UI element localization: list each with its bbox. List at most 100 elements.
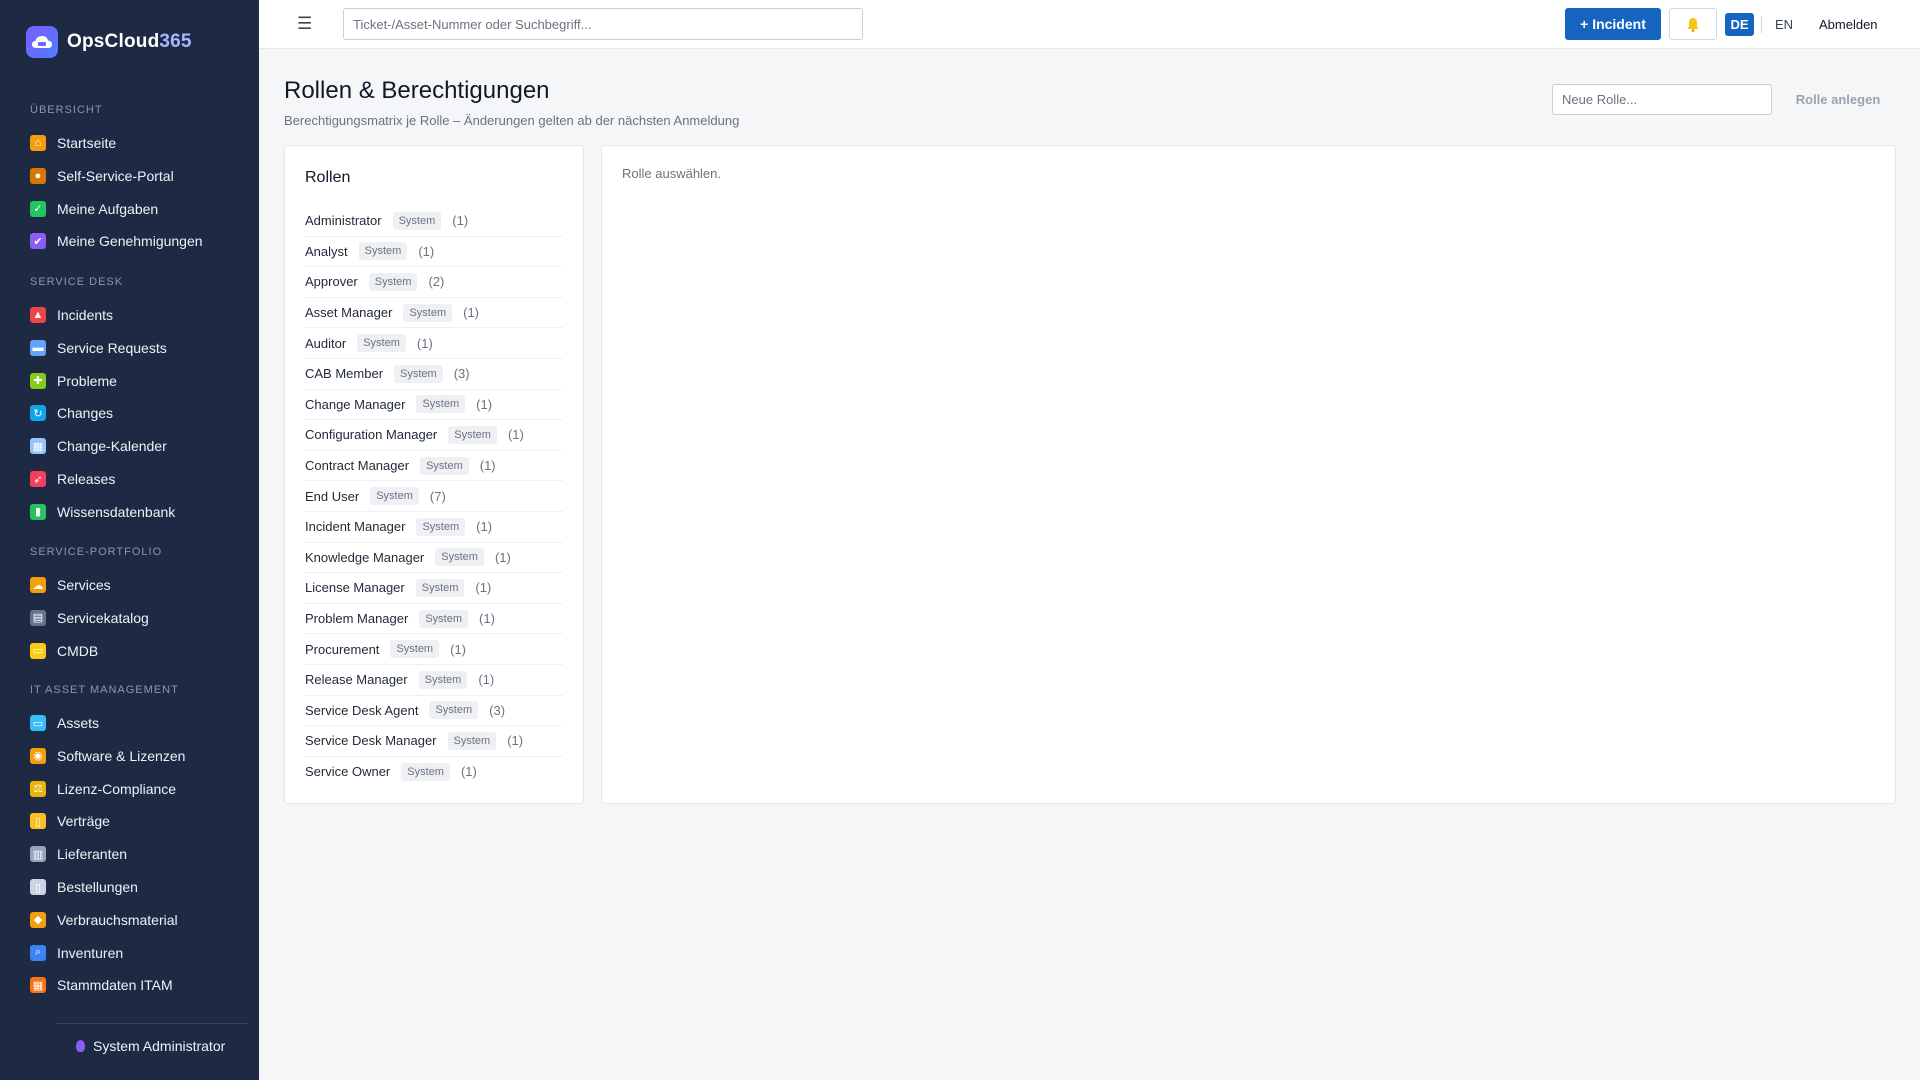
role-member-count: (7) [429,488,446,504]
sidebar-item-service-requests[interactable]: ▬ Service Requests [30,335,245,361]
sidebar-item-label: Lieferanten [57,846,128,863]
folder-icon: ▭ [30,642,46,659]
language-en-button[interactable]: EN [1775,17,1793,32]
sidebar-item-cmdb[interactable]: ▭ CMDB [30,638,245,664]
brand-name: OpsCloud365 [67,31,192,52]
role-row[interactable]: Analyst System (1) [305,237,563,268]
role-member-count: (1) [507,733,524,749]
sidebar-item-bestellungen[interactable]: ▯ Bestellungen [30,874,245,900]
system-badge: System [447,731,497,750]
role-row[interactable]: Contract Manager System (1) [305,451,563,482]
new-incident-button[interactable]: + Incident [1565,8,1661,40]
sidebar-item-label: Software & Lizenzen [57,747,186,764]
role-member-count: (1) [475,580,492,596]
sidebar-item-change-kalender[interactable]: ▦ Change-Kalender [30,433,245,459]
language-separator [1761,16,1762,33]
role-row[interactable]: Release Manager System (1) [305,665,563,696]
sidebar-item-assets[interactable]: ▭ Assets [30,710,245,736]
sidebar-item-label: Meine Genehmigungen [57,233,203,250]
system-badge: System [416,395,466,414]
puzzle-icon: ✚ [30,372,46,389]
sidebar-section-label: ÜBERSICHT [30,104,103,116]
role-member-count: (1) [479,458,496,474]
roles-card: Rollen Administrator System (1) Analyst Syst… [284,145,584,804]
sidebar-item-meine-genehmigungen[interactable]: ✔ Meine Genehmigungen [30,228,245,254]
sidebar-item-incidents[interactable]: ▲ Incidents [30,302,245,328]
sidebar-user[interactable]: System Administrator [76,1038,225,1054]
role-row[interactable]: Configuration Manager System (1) [305,420,563,451]
box-icon: ◆ [30,911,46,928]
role-row[interactable]: Approver System (2) [305,267,563,298]
sidebar-item-verbrauchsmaterial[interactable]: ◆ Verbrauchsmaterial [30,907,245,933]
role-name: Contract Manager [305,458,410,474]
language-de-button[interactable]: DE [1725,13,1754,36]
role-name: Problem Manager [305,611,409,627]
user-icon [76,1040,85,1052]
role-name: Service Owner [305,764,391,780]
role-name: Service Desk Manager [305,733,437,749]
sidebar-item-lieferanten[interactable]: ▥ Lieferanten [30,841,245,867]
sidebar-item-label: Startseite [57,135,117,151]
scroll-icon: ▯ [30,813,46,830]
sidebar-item-wissensdatenbank[interactable]: ▮ Wissensdatenbank [30,499,245,525]
sidebar-item-stammdaten-itam[interactable]: ▦ Stammdaten ITAM [30,972,245,998]
sidebar-item-servicekatalog[interactable]: ▤ Servicekatalog [30,605,245,631]
brand[interactable]: OpsCloud365 [26,26,192,58]
role-member-count: (1) [476,396,493,412]
role-list: Administrator System (1) Analyst System (1) Ap… [305,206,563,787]
hamburger-menu-icon[interactable]: ☰ [297,14,312,34]
sidebar-item-startseite[interactable]: ⌂ Startseite [30,130,245,156]
role-row[interactable]: End User System (7) [305,481,563,512]
role-row[interactable]: Incident Manager System (1) [305,512,563,543]
checkmark-icon: ✔ [30,233,46,250]
topbar: ☰ + Incident DE EN Abmelden [259,0,1920,49]
scales-icon: ⚖ [30,780,46,797]
notifications-button[interactable] [1669,8,1717,40]
role-name: Auditor [305,335,347,351]
sidebar-item-lizenz-compliance[interactable]: ⚖ Lizenz-Compliance [30,776,245,802]
role-member-count: (1) [418,243,435,259]
catalog-icon: ▤ [30,609,46,626]
page-title: Rollen & Berechtigungen [284,77,550,104]
system-badge: System [357,334,406,353]
role-row[interactable]: Service Desk Agent System (3) [305,696,563,727]
role-row[interactable]: Asset Manager System (1) [305,298,563,329]
role-row[interactable]: Service Desk Manager System (1) [305,726,563,757]
refresh-icon: ↻ [30,405,46,422]
sidebar-item-software-lizenzen[interactable]: ◉ Software & Lizenzen [30,743,245,769]
role-row[interactable]: License Manager System (1) [305,573,563,604]
role-member-count: (1) [476,519,493,535]
role-detail-card: Rolle auswählen. [601,145,1896,804]
sidebar-item-meine-aufgaben[interactable]: ✓ Meine Aufgaben [30,196,245,222]
role-row[interactable]: CAB Member System (3) [305,359,563,390]
role-row[interactable]: Auditor System (1) [305,328,563,359]
role-name: CAB Member [305,366,384,382]
logout-button[interactable]: Abmelden [1819,17,1878,32]
role-row[interactable]: Knowledge Manager System (1) [305,543,563,574]
sidebar-item-releases[interactable]: ➶ Releases [30,466,245,492]
sidebar-item-label: Incidents [57,307,114,323]
search-input[interactable] [343,8,863,40]
new-role-input[interactable] [1552,84,1772,115]
sidebar-item-changes[interactable]: ↻ Changes [30,400,245,426]
role-name: Knowledge Manager [305,549,425,565]
sidebar-item-services[interactable]: ☁ Services [30,572,245,598]
role-row[interactable]: Service Owner System (1) [305,757,563,788]
role-row[interactable]: Change Manager System (1) [305,390,563,421]
sidebar-item-verträge[interactable]: ▯ Verträge [30,808,245,834]
create-role-button[interactable]: Rolle anlegen [1780,84,1896,115]
sidebar-item-self-service-portal[interactable]: ● Self-Service-Portal [30,163,245,189]
role-row[interactable]: Problem Manager System (1) [305,604,563,635]
sidebar-item-label: Wissensdatenbank [57,503,176,520]
home-icon: ⌂ [30,135,46,151]
sidebar-item-probleme[interactable]: ✚ Probleme [30,368,245,394]
role-row[interactable]: Procurement System (1) [305,634,563,665]
sidebar-divider [56,1023,248,1024]
role-member-count: (1) [452,213,469,229]
books-icon: ▮ [30,503,46,520]
cloud-logo-icon [26,26,58,58]
sidebar-item-inventuren[interactable]: ⌕ Inventuren [30,940,245,966]
cloud-icon: ☁ [30,577,46,593]
role-row[interactable]: Administrator System (1) [305,206,563,237]
role-name: Release Manager [305,672,408,688]
